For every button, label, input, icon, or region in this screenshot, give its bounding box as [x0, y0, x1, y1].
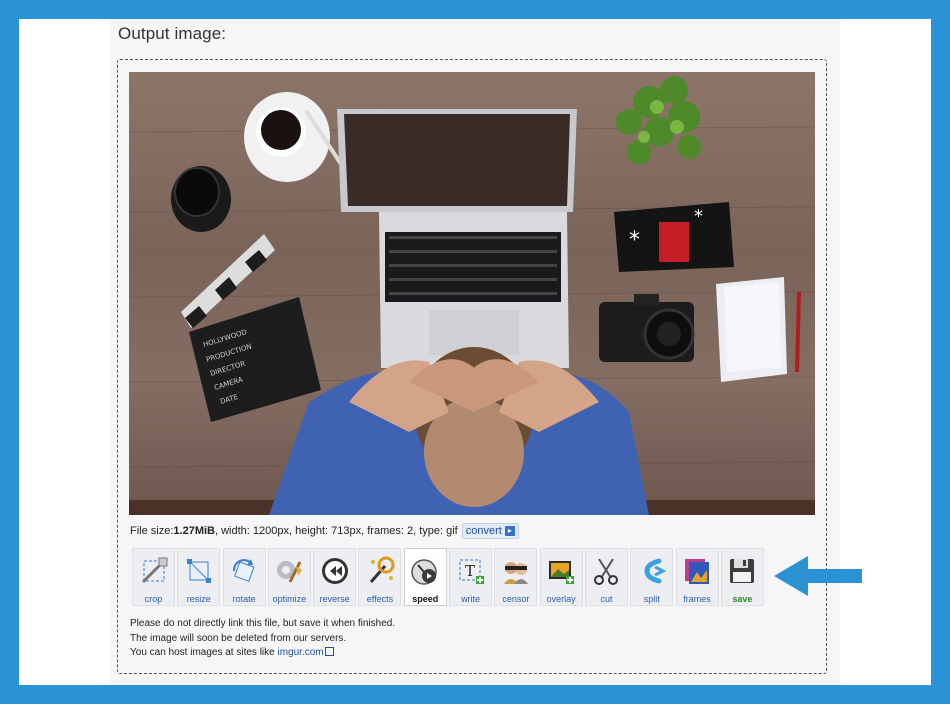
- convert-label: convert: [465, 525, 502, 537]
- reverse-icon: [318, 554, 352, 588]
- svg-text:*: *: [629, 228, 640, 253]
- tool-optimize[interactable]: optimize: [267, 548, 311, 606]
- tool-label: cut: [600, 594, 613, 604]
- tool-label: frames: [683, 594, 711, 604]
- tool-rotate[interactable]: rotate: [222, 548, 266, 606]
- scissors-icon: [589, 554, 623, 588]
- svg-text:*: *: [694, 206, 703, 227]
- tool-label: reverse: [319, 594, 350, 604]
- frames-icon: [680, 554, 714, 588]
- tool-write[interactable]: T write: [449, 548, 493, 606]
- tool-label: write: [461, 594, 481, 604]
- censor-icon: [499, 554, 533, 588]
- speed-icon: [408, 554, 442, 588]
- tool-cut[interactable]: cut: [584, 548, 628, 606]
- tool-save[interactable]: save: [720, 548, 764, 606]
- tool-label: censor: [502, 594, 530, 604]
- file-size-value: 1.27MiB: [173, 525, 215, 537]
- split-icon: [635, 554, 669, 588]
- tool-speed[interactable]: speed: [403, 548, 447, 606]
- tool-crop[interactable]: crop: [132, 548, 175, 606]
- tool-frames[interactable]: frames: [675, 548, 719, 606]
- write-icon: T: [454, 554, 488, 588]
- resize-icon: [182, 554, 216, 588]
- output-image-title: Output image:: [118, 24, 227, 43]
- tool-label: resize: [186, 594, 211, 604]
- tool-label: speed: [412, 594, 439, 604]
- convert-button[interactable]: convert ▸: [461, 523, 519, 539]
- svg-text:T: T: [465, 562, 475, 580]
- file-details: , width: 1200px, height: 713px, frames: …: [214, 525, 458, 537]
- convert-arrow-icon: ▸: [504, 526, 515, 536]
- file-size-label: File size:: [130, 525, 174, 537]
- imgur-link[interactable]: imgur.com: [278, 647, 324, 658]
- external-link-icon: [324, 647, 334, 656]
- output-image: * * HOLLYWOOD PRODUCTION DIRECTOR CAMERA…: [129, 72, 815, 515]
- notice-line-2: The image will soon be deleted from our …: [130, 632, 347, 644]
- tool-overlay[interactable]: overlay: [539, 548, 583, 606]
- tool-label: rotate: [232, 594, 256, 604]
- tool-bar: crop resize rotate optimize reverse effe…: [132, 548, 766, 606]
- crop-icon: [137, 554, 171, 588]
- tool-resize[interactable]: resize: [177, 548, 221, 606]
- tool-reverse[interactable]: reverse: [313, 548, 357, 606]
- arrow-pointer-icon: [774, 556, 864, 601]
- tool-censor[interactable]: censor: [494, 548, 538, 606]
- tool-label: overlay: [546, 594, 576, 604]
- tool-label: split: [643, 594, 660, 604]
- notice-line-3-prefix: You can host images at sites like: [130, 647, 278, 658]
- effects-icon: [363, 554, 397, 588]
- optimize-icon: [272, 554, 306, 588]
- tool-label: optimize: [272, 594, 307, 604]
- tool-split[interactable]: split: [630, 548, 674, 606]
- notice-line-1: Please do not directly link this file, b…: [130, 618, 396, 629]
- tool-label: crop: [144, 594, 163, 604]
- tool-label: save: [732, 594, 753, 604]
- floppy-disk-icon: [725, 554, 759, 588]
- notice-line-3: You can host images at sites like imgur.…: [130, 646, 395, 661]
- overlay-icon: [544, 554, 578, 588]
- tool-label: effects: [366, 594, 394, 604]
- rotate-icon: [227, 554, 261, 588]
- tool-effects[interactable]: effects: [358, 548, 402, 606]
- file-info: File size: 1.27MiB, width: 1200px, heigh…: [130, 523, 519, 539]
- notice-text: Please do not directly link this file, b…: [130, 617, 395, 661]
